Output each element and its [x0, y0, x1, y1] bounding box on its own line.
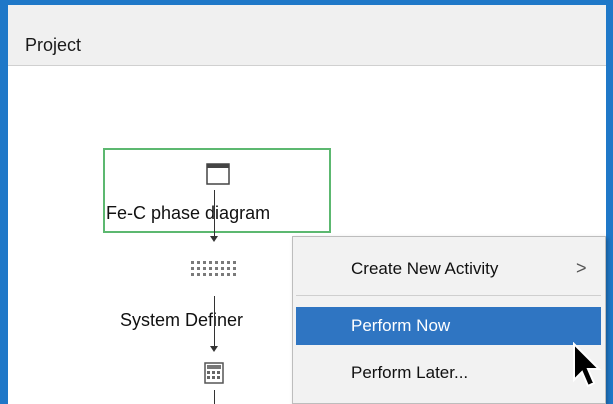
connector-arrow-icon: [210, 346, 218, 352]
menu-item-label: Create New Activity: [351, 259, 499, 278]
menu-item-create-new-activity[interactable]: Create New Activity >: [296, 250, 601, 288]
project-titlebar: Project: [8, 5, 606, 66]
activity-label-fe-c: Fe-C phase diagram: [106, 203, 271, 223]
menu-item-label: Perform Later...: [351, 363, 469, 382]
menu-separator: [296, 295, 601, 296]
activity-label-system-definer[interactable]: System Definer: [120, 310, 243, 331]
calculator-icon[interactable]: [204, 362, 224, 384]
menu-item-label: Perform Now: [351, 316, 451, 335]
arrow-cursor-icon: [573, 342, 602, 388]
grid-dots-icon: [191, 261, 236, 276]
window-icon: [206, 163, 230, 185]
connector-line: [214, 390, 215, 404]
connector-arrow-icon: [210, 236, 218, 242]
connector-line: [214, 296, 215, 348]
menu-item-perform-later[interactable]: Perform Later...: [296, 354, 601, 392]
project-title: Project: [25, 35, 82, 55]
menu-item-perform-now[interactable]: Perform Now: [296, 307, 601, 345]
chevron-right-icon: >: [576, 258, 587, 278]
connector-line: [214, 190, 215, 238]
context-menu: Create New Activity > Perform Now Perfor…: [292, 236, 606, 404]
